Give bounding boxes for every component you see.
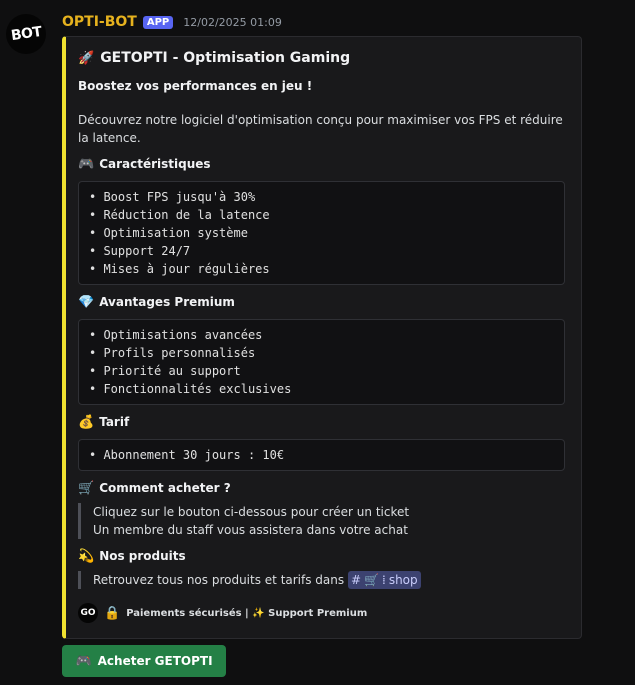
- howto-line-2: Un membre du staff vous assistera dans v…: [93, 523, 408, 537]
- field-features-name: 🎮 Caractéristiques: [78, 155, 565, 173]
- hash-icon: #: [350, 573, 362, 587]
- gamepad-icon: 🎮: [75, 653, 92, 669]
- bot-avatar[interactable]: BOT: [6, 14, 46, 54]
- products-text: Retrouvez tous nos produits et tarifs da…: [93, 573, 345, 587]
- field-pricing-name: 💰 Tarif: [78, 413, 565, 431]
- field-premium-name: 💎 Avantages Premium: [78, 293, 565, 311]
- field-pricing-label: Tarif: [99, 415, 130, 429]
- channel-name: shop: [388, 573, 418, 587]
- howto-quote: Cliquez sur le bouton ci-dessous pour cr…: [78, 503, 565, 539]
- lock-icon: 🔒: [104, 605, 121, 621]
- field-howto-label: Comment acheter ?: [99, 481, 231, 495]
- message-header: OPTI-BOT APP 12/02/2025 01:09: [62, 14, 282, 30]
- app-badge: APP: [142, 15, 174, 29]
- rocket-icon: 🚀: [78, 50, 95, 66]
- cart-icon: 🛒: [364, 573, 379, 587]
- embed-title: 🚀 GETOPTI - Optimisation Gaming: [78, 49, 565, 67]
- timestamp[interactable]: 12/02/2025 01:09: [183, 16, 282, 29]
- footer-text: Paiements sécurisés | ✨ Support Premium: [126, 607, 368, 619]
- embed-title-text: GETOPTI - Optimisation Gaming: [100, 50, 351, 66]
- buy-button[interactable]: 🎮 Acheter GETOPTI: [62, 645, 226, 677]
- dizzy-icon: 💫: [78, 548, 95, 564]
- footer-logo-text: GO: [80, 608, 96, 618]
- field-howto-name: 🛒 Comment acheter ?: [78, 479, 565, 497]
- field-features-label: Caractéristiques: [99, 157, 211, 171]
- money-bag-icon: 💰: [78, 414, 95, 430]
- features-codeblock: • Boost FPS jusqu'à 30% • Réduction de l…: [78, 181, 565, 285]
- field-premium-label: Avantages Premium: [99, 295, 235, 309]
- embed-card: 🚀 GETOPTI - Optimisation Gaming Boostez …: [62, 36, 582, 639]
- avatar-text: BOT: [9, 23, 43, 45]
- channel-mention-shop[interactable]: # 🛒 ⁞ shop: [347, 571, 421, 589]
- separator-icon: ⁞: [381, 573, 386, 587]
- embed-footer: GO 🔒 Paiements sécurisés | ✨ Support Pre…: [78, 603, 565, 623]
- field-products-name: 💫 Nos produits: [78, 547, 565, 565]
- footer-logo-icon: GO: [78, 603, 98, 623]
- field-products-label: Nos produits: [99, 549, 186, 563]
- embed-tagline: Boostez vos performances en jeu !: [78, 79, 313, 93]
- premium-codeblock: • Optimisations avancées • Profils perso…: [78, 319, 565, 405]
- username[interactable]: OPTI-BOT: [62, 14, 137, 30]
- products-quote: Retrouvez tous nos produits et tarifs da…: [78, 571, 565, 589]
- pricing-codeblock: • Abonnement 30 jours : 10€: [78, 439, 565, 471]
- embed-description: Découvrez notre logiciel d'optimisation …: [78, 113, 563, 145]
- cart-icon: 🛒: [78, 480, 95, 496]
- howto-line-1: Cliquez sur le bouton ci-dessous pour cr…: [93, 505, 410, 519]
- gamepad-icon: 🎮: [78, 156, 95, 172]
- gem-icon: 💎: [78, 294, 95, 310]
- buy-button-label: Acheter GETOPTI: [97, 654, 213, 668]
